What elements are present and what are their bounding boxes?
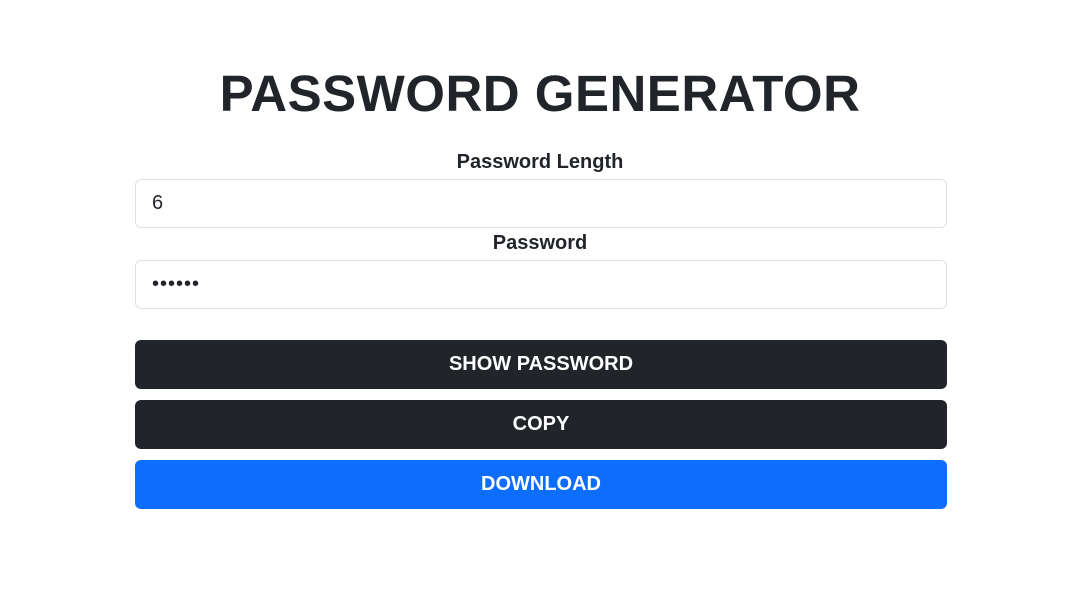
page-title: PASSWORD GENERATOR [219, 65, 861, 122]
show-password-button[interactable]: SHOW PASSWORD [135, 340, 947, 389]
password-field[interactable] [135, 260, 947, 309]
copy-button[interactable]: COPY [135, 400, 947, 449]
password-length-label: Password Length [456, 151, 624, 173]
download-button[interactable]: DOWNLOAD [135, 460, 947, 509]
password-length-input[interactable] [135, 179, 947, 228]
password-label: Password [492, 232, 588, 254]
